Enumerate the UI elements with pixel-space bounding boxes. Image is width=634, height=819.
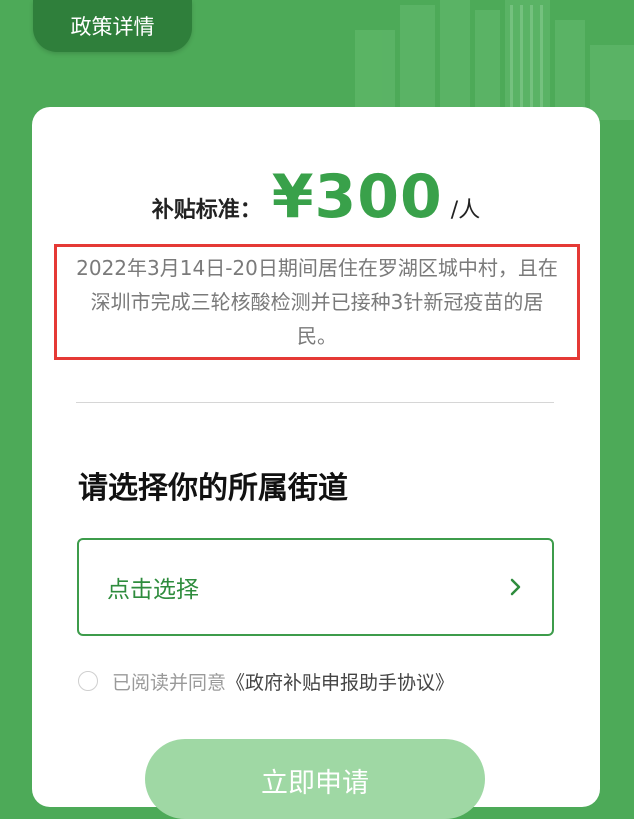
- subsidy-unit: /人: [450, 198, 481, 223]
- policy-details-button[interactable]: 政策详情: [33, 0, 192, 52]
- eligibility-condition: 2022年3月14日-20日期间居住在罗湖区城中村，且在深圳市完成三轮核酸检测并…: [54, 244, 580, 360]
- eligibility-text: 2022年3月14日-20日期间居住在罗湖区城中村，且在深圳市完成三轮核酸检测并…: [76, 256, 558, 348]
- subsidy-standard: 补贴标准： ¥300 /人: [32, 162, 600, 242]
- subsidy-amount: ¥300: [271, 162, 443, 232]
- subsidy-label: 补贴标准：: [151, 198, 262, 223]
- subsidy-card: 补贴标准： ¥300 /人 2022年3月14日-20日期间居住在罗湖区城中村，…: [32, 107, 600, 819]
- chevron-right-icon: [510, 578, 521, 596]
- agreement-link[interactable]: 《政府补贴申报助手协议》: [226, 668, 454, 695]
- street-select-placeholder: 点击选择: [107, 577, 199, 603]
- agreement-radio[interactable]: [78, 671, 98, 691]
- agreement-prefix: 已阅读并同意: [112, 671, 227, 694]
- apply-button[interactable]: 立即申请: [145, 739, 485, 819]
- street-select[interactable]: 点击选择: [77, 538, 554, 636]
- divider: [76, 402, 554, 403]
- street-section-title: 请选择你的所属街道: [78, 471, 348, 506]
- agreement-row: 已阅读并同意 《政府补贴申报助手协议》: [78, 667, 454, 695]
